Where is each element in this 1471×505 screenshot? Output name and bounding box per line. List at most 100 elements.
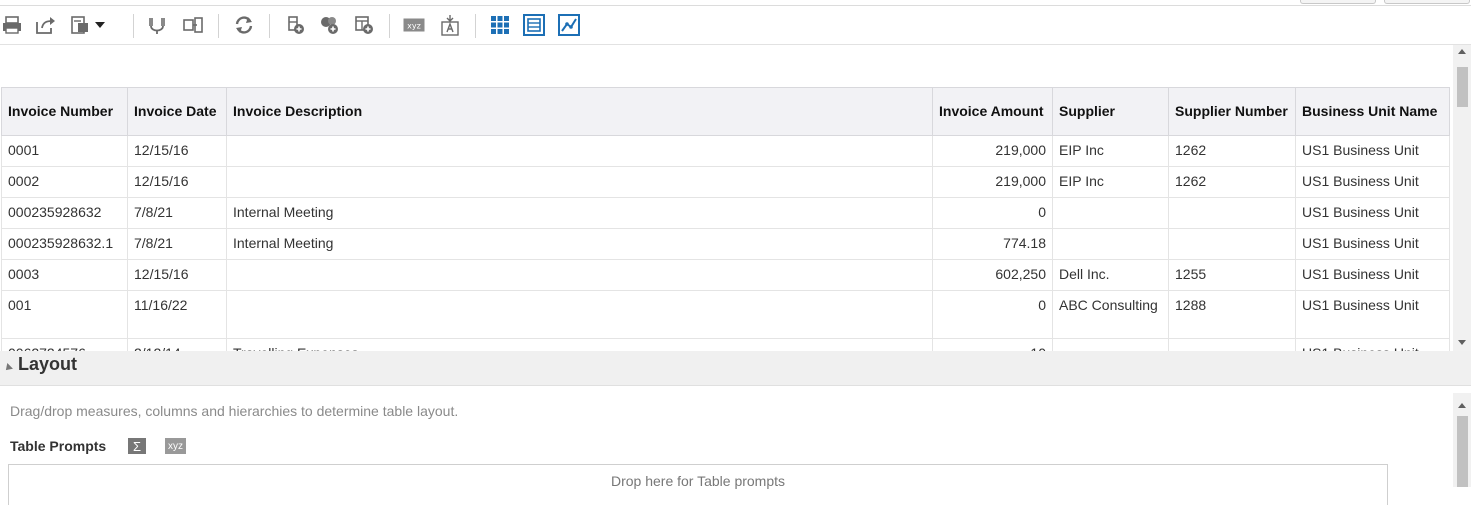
cell-business-unit: US1 Business Unit (1295, 197, 1450, 229)
collapse-triangle-icon[interactable] (3, 363, 13, 373)
invoice-table: Invoice Number Invoice Date Invoice Desc… (1, 87, 1450, 351)
top-button-1[interactable] (1300, 0, 1376, 4)
toolbar-separator (133, 14, 134, 38)
cell-invoice-number: 001 (1, 290, 128, 339)
xyz-icon[interactable]: xyz (165, 438, 186, 454)
cell-invoice-date: 12/15/16 (127, 166, 227, 198)
toolbar-separator (269, 14, 270, 38)
sigma-icon[interactable]: Σ (128, 438, 146, 454)
chart-view-icon[interactable] (558, 14, 580, 36)
cell-invoice-number: 0062724576 (1, 338, 128, 351)
cell-invoice-date: 12/15/16 (127, 135, 227, 167)
cell-invoice-date: 11/16/22 (127, 290, 227, 339)
text-box-icon[interactable]: xyz (403, 14, 425, 36)
cell-invoice-amount: 774.18 (932, 228, 1053, 260)
scrollbar-thumb[interactable] (1457, 67, 1468, 107)
header-row: Invoice Number Invoice Date Invoice Desc… (1, 87, 1450, 136)
table-row: 0002 12/15/16 219,000 EIP Inc 1262 US1 B… (1, 166, 1450, 198)
text-format-icon[interactable] (439, 14, 461, 36)
cell-supplier-number: 1262 (1168, 166, 1296, 198)
svg-text:xyz: xyz (407, 22, 421, 31)
cell-invoice-description (226, 135, 933, 167)
layout-panel: Drag/drop measures, columns and hierarch… (0, 386, 1453, 505)
cell-invoice-description: Internal Meeting (226, 228, 933, 260)
cell-invoice-number: 0001 (1, 135, 128, 167)
toolbar-separator (475, 14, 476, 38)
refresh-icon[interactable] (233, 14, 255, 36)
cell-invoice-number: 0003 (1, 259, 128, 291)
add-formula-icon[interactable] (319, 14, 341, 36)
scroll-up-arrow-icon[interactable] (1458, 49, 1466, 54)
toolbar-separator (218, 14, 219, 38)
table-scrollbar[interactable] (1453, 45, 1471, 351)
cell-supplier-number (1168, 228, 1296, 260)
cell-invoice-description: Travelling Expenses (226, 338, 933, 351)
col-invoice-description[interactable]: Invoice Description (226, 87, 933, 136)
cell-business-unit: US1 Business Unit (1295, 135, 1450, 167)
add-calc-icon[interactable] (353, 14, 375, 36)
cell-business-unit: US1 Business Unit (1295, 259, 1450, 291)
col-invoice-amount[interactable]: Invoice Amount (932, 87, 1053, 136)
top-button-2[interactable] (1384, 0, 1470, 4)
cell-invoice-amount: 0 (932, 290, 1053, 339)
scroll-down-arrow-icon[interactable] (1458, 340, 1466, 345)
cell-business-unit: US1 Business Unit (1295, 338, 1450, 351)
cell-supplier-number (1168, 197, 1296, 229)
scroll-up-arrow-icon[interactable] (1458, 403, 1466, 408)
toolbar: xyz (0, 6, 1471, 45)
col-invoice-date[interactable]: Invoice Date (127, 87, 227, 136)
print-icon[interactable] (1, 14, 23, 36)
table-row: 000235928632.1 7/8/21 Internal Meeting 7… (1, 228, 1450, 260)
cell-invoice-date: 7/8/21 (127, 228, 227, 260)
table-row: 0062724576 2/12/14 Travelling Expenses 1… (1, 338, 1450, 351)
merge-icon[interactable] (146, 14, 168, 36)
table-row: 001 11/16/22 0 ABC Consulting 1288 US1 B… (1, 290, 1450, 339)
cell-invoice-number: 000235928632.1 (1, 228, 128, 260)
cell-supplier (1052, 228, 1169, 260)
cell-invoice-amount: 10 (932, 338, 1053, 351)
add-column-icon[interactable] (285, 14, 307, 36)
layout-hint: Drag/drop measures, columns and hierarch… (10, 403, 459, 419)
cell-invoice-date: 12/15/16 (127, 259, 227, 291)
toolbar-separator (389, 14, 390, 38)
layout-title: Layout (18, 354, 78, 374)
cell-supplier-number: 1288 (1168, 290, 1296, 339)
cell-invoice-amount: 0 (932, 197, 1053, 229)
layout-scrollbar[interactable] (1453, 393, 1471, 487)
cell-invoice-number: 000235928632 (1, 197, 128, 229)
cell-supplier: ABC Consulting (1052, 290, 1169, 339)
cell-invoice-description (226, 290, 933, 339)
table-prompts-dropzone[interactable]: Drop here for Table prompts (8, 464, 1388, 505)
table-row: 0001 12/15/16 219,000 EIP Inc 1262 US1 B… (1, 135, 1450, 167)
col-supplier-number[interactable]: Supplier Number (1168, 87, 1296, 136)
export-icon[interactable] (35, 14, 57, 36)
cell-invoice-date: 2/12/14 (127, 338, 227, 351)
table-row: 0003 12/15/16 602,250 Dell Inc. 1255 US1… (1, 259, 1450, 291)
format-icon[interactable] (70, 14, 92, 36)
cell-supplier (1052, 197, 1169, 229)
col-invoice-number[interactable]: Invoice Number (1, 87, 128, 136)
scrollbar-thumb[interactable] (1457, 416, 1468, 487)
pivot-view-icon[interactable] (523, 14, 545, 36)
cell-invoice-amount: 219,000 (932, 135, 1053, 167)
cell-invoice-description (226, 166, 933, 198)
cell-supplier-number: 1255 (1168, 259, 1296, 291)
col-supplier[interactable]: Supplier (1052, 87, 1169, 136)
cell-business-unit: US1 Business Unit (1295, 290, 1450, 339)
cell-supplier: EIP Inc (1052, 135, 1169, 167)
table-view-icon[interactable] (489, 14, 511, 36)
cell-supplier-number: 1262 (1168, 135, 1296, 167)
cell-supplier (1052, 338, 1169, 351)
cell-business-unit: US1 Business Unit (1295, 228, 1450, 260)
table-row: 000235928632 7/8/21 Internal Meeting 0 U… (1, 197, 1450, 229)
split-icon[interactable] (182, 14, 204, 36)
cell-invoice-amount: 219,000 (932, 166, 1053, 198)
layout-section-header[interactable]: Layout (0, 351, 1471, 386)
col-business-unit-name[interactable]: Business Unit Name (1295, 87, 1450, 136)
dropdown-arrow[interactable] (93, 14, 107, 36)
cell-supplier-number (1168, 338, 1296, 351)
cell-business-unit: US1 Business Unit (1295, 166, 1450, 198)
table-view-area: Invoice Number Invoice Date Invoice Desc… (0, 45, 1453, 351)
cell-supplier: Dell Inc. (1052, 259, 1169, 291)
cell-supplier: EIP Inc (1052, 166, 1169, 198)
